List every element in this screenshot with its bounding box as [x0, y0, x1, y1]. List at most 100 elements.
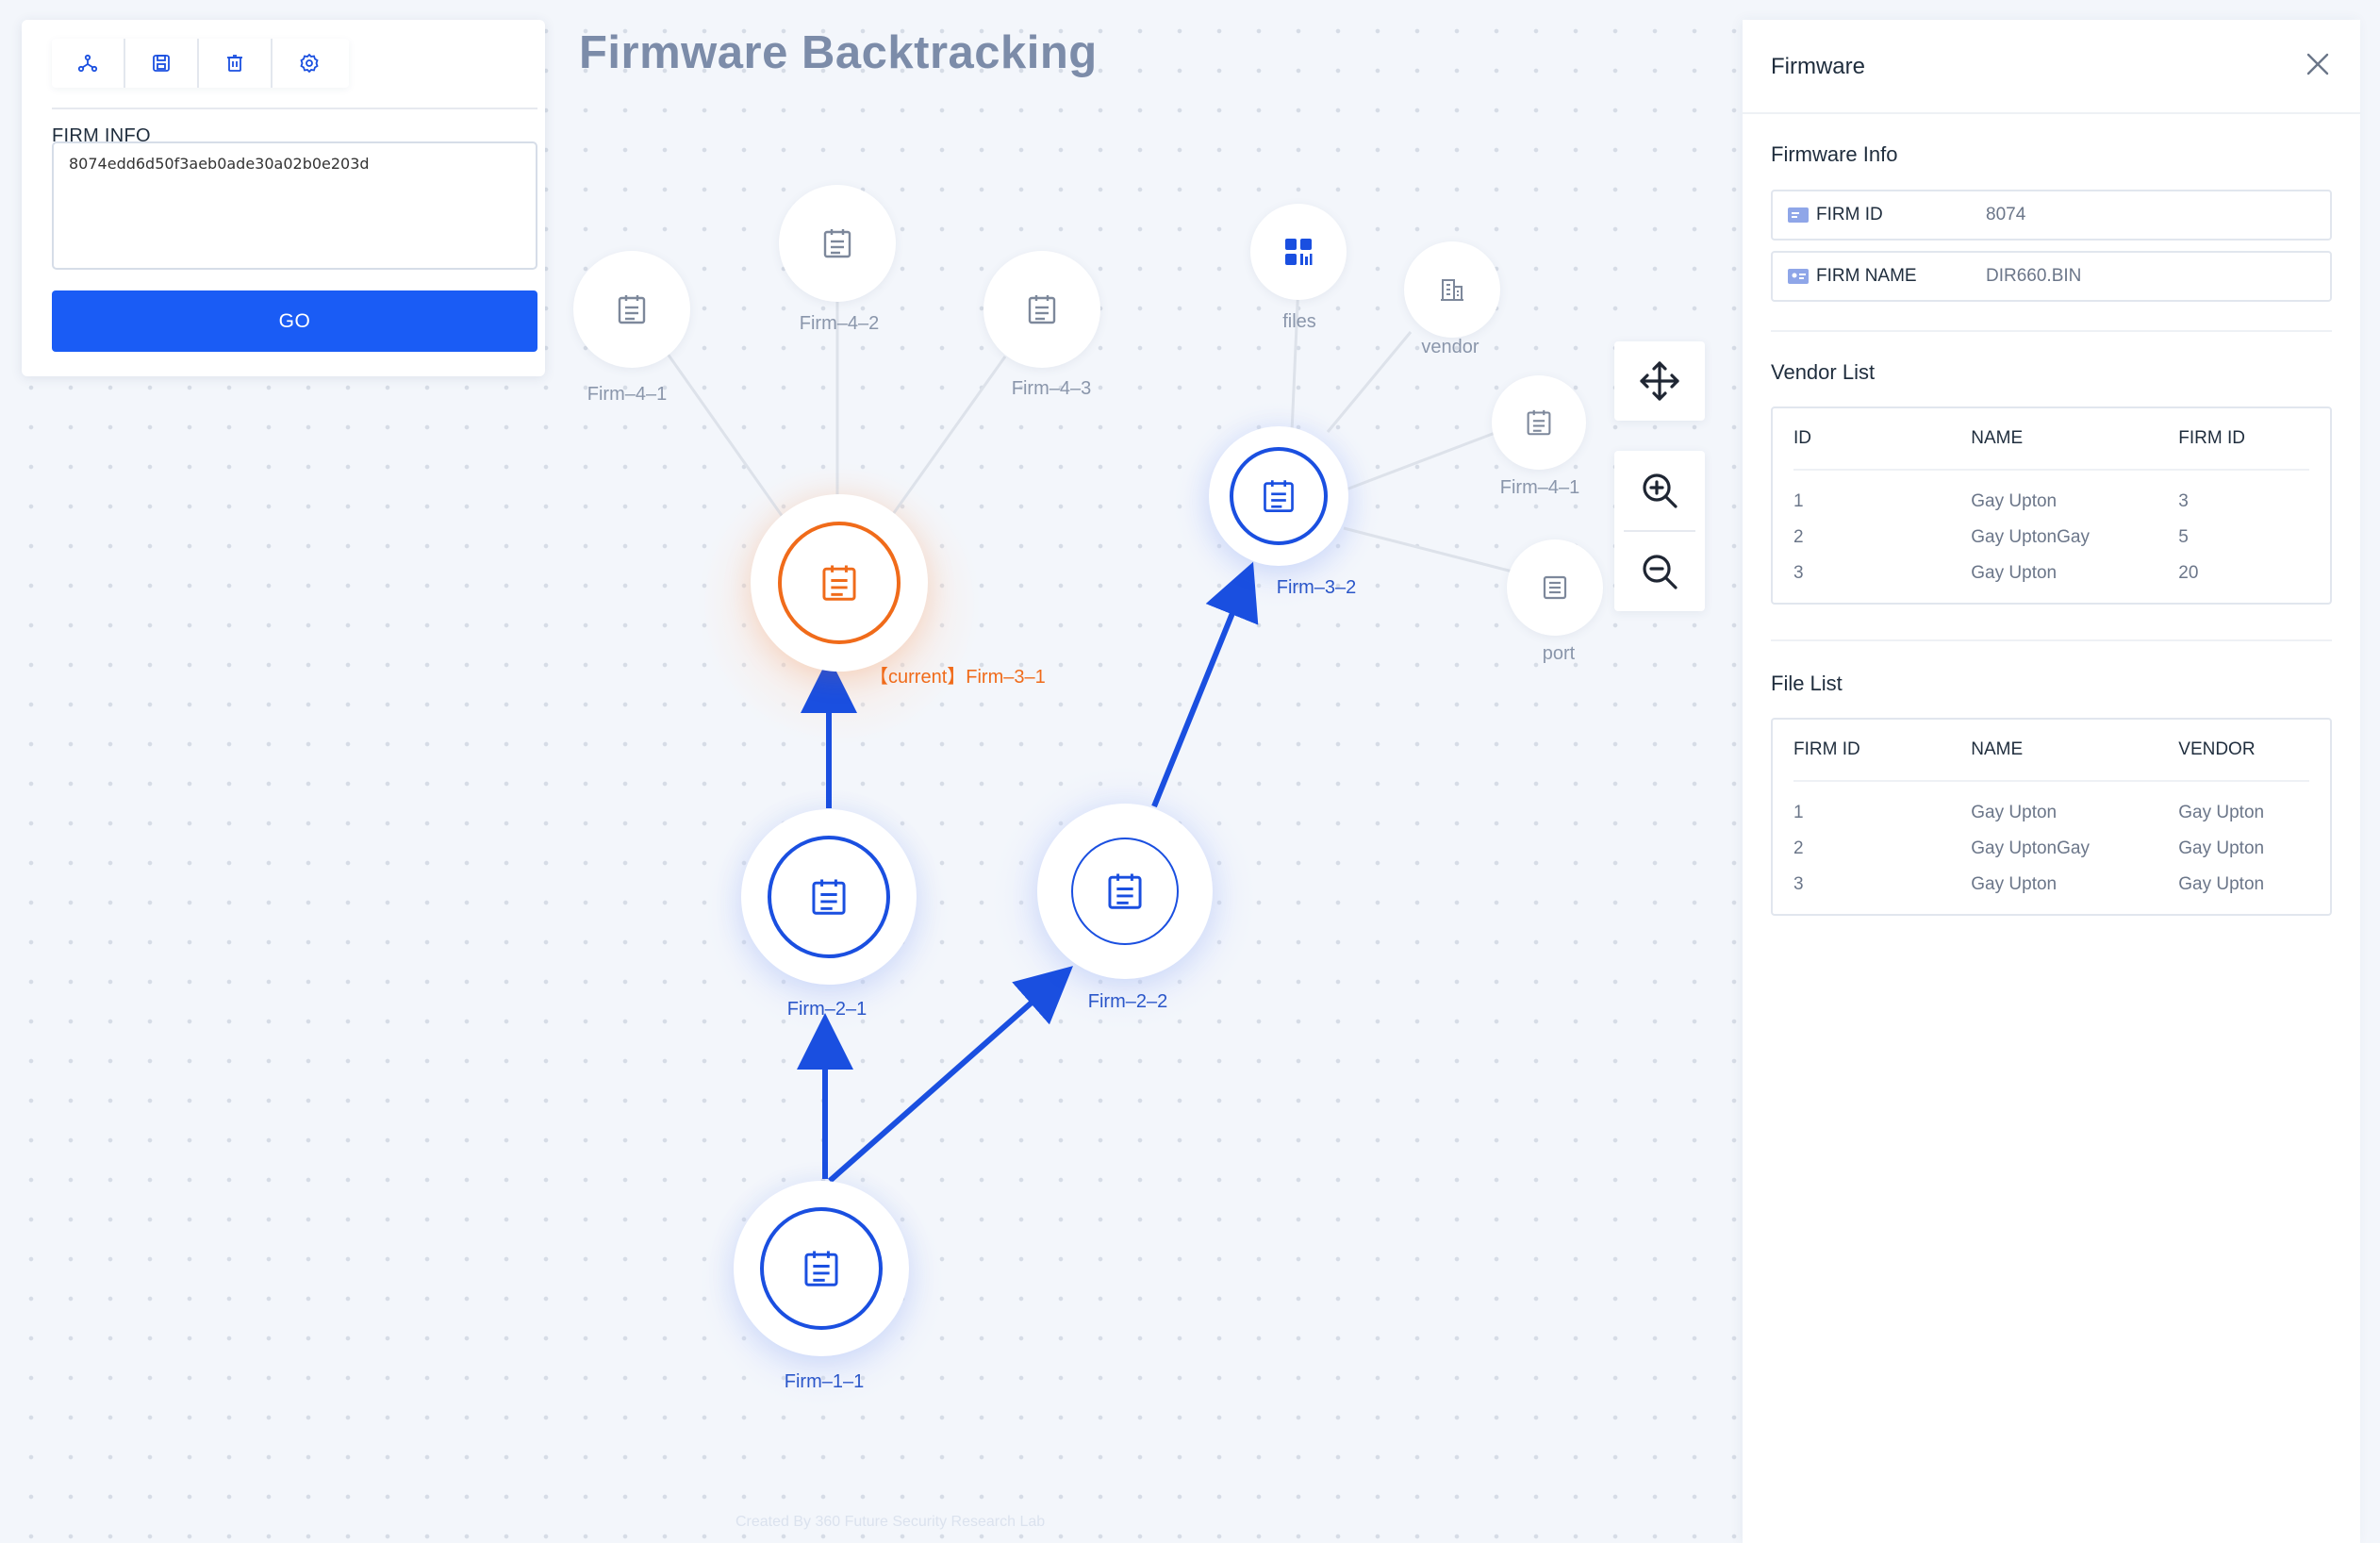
zoom-in-button[interactable] — [1614, 451, 1705, 530]
node-label: vendor — [1421, 337, 1479, 357]
node-port[interactable] — [1507, 539, 1603, 636]
firm-name-key: FIRM NAME — [1816, 266, 1917, 286]
table-row[interactable]: 2 Gay UptonGay 5 — [1793, 520, 2309, 556]
column-header: ID — [1793, 428, 1811, 448]
firmware-detail-panel: Firmware Firmware Info FIRM ID 8074 FIRM… — [1743, 20, 2360, 1543]
id-card-icon — [1788, 207, 1809, 223]
node-firm-1-1[interactable] — [734, 1181, 909, 1356]
delete-icon — [227, 55, 242, 72]
settings-icon — [300, 53, 319, 74]
node-vendor[interactable] — [1404, 241, 1500, 338]
table-header: ID NAME FIRM ID — [1793, 408, 2309, 471]
node-files[interactable] — [1250, 204, 1347, 300]
move-button[interactable] — [1614, 341, 1705, 421]
document-icon — [1108, 873, 1142, 909]
document-icon — [823, 229, 851, 258]
table-row[interactable]: 1 Gay Upton Gay Upton — [1793, 795, 2309, 831]
file-list-title: File List — [1771, 672, 1843, 695]
firm-info-panel: FIRM INFO 8074edd6d50f3aeb0ade30a02b0e20… — [22, 20, 545, 376]
document-icon — [804, 1251, 838, 1286]
zoom-out-icon — [1643, 555, 1678, 589]
table-cell: 1 — [1793, 491, 1804, 511]
table-cell: Gay UptonGay — [1971, 838, 2090, 858]
column-header: FIRM ID — [2178, 428, 2245, 448]
save-button[interactable] — [125, 39, 199, 88]
table-row[interactable]: 1 Gay Upton 3 — [1793, 484, 2309, 520]
settings-button[interactable] — [273, 39, 346, 88]
table-cell: Gay Upton — [1971, 491, 2058, 511]
table-body: 1 Gay Upton 3 2 Gay UptonGay 5 3 Gay Upt… — [1793, 471, 2309, 603]
table-cell: Gay Upton — [2178, 838, 2265, 858]
table-cell: 20 — [2178, 563, 2199, 583]
node-firm-2-1[interactable] — [741, 809, 917, 985]
table-cell: 5 — [2178, 527, 2189, 547]
firm-name-row: FIRM NAME DIR660.BIN — [1771, 251, 2332, 302]
save-icon — [153, 55, 170, 72]
table-cell: Gay Upton — [1971, 563, 2058, 583]
grid-icon — [1285, 239, 1313, 265]
node-firm-4-1-b[interactable] — [1492, 375, 1586, 470]
node-label: Firm–2–2 — [1087, 991, 1168, 1012]
graph-icon — [77, 54, 98, 73]
node-label: Firm–1–1 — [784, 1371, 865, 1392]
table-cell: 3 — [2178, 491, 2189, 511]
document-icon — [1264, 480, 1294, 512]
move-icon — [1640, 361, 1679, 401]
go-button[interactable]: GO — [52, 290, 537, 352]
node-label: Firm–4–1 — [587, 384, 668, 405]
graph-toolbar — [52, 39, 349, 88]
document-icon — [1028, 295, 1056, 324]
name-card-icon — [1788, 269, 1809, 284]
document-icon — [1527, 409, 1551, 436]
node-label: files — [1282, 311, 1316, 332]
graph-layout-button[interactable] — [52, 39, 125, 88]
node-label: Firm–4–1 — [1499, 477, 1580, 498]
node-firm-3-1-current[interactable] — [751, 494, 928, 672]
document-icon — [618, 295, 646, 324]
table-cell: Gay Upton — [1971, 874, 2058, 894]
node-label-current: 【current】Firm–3–1 — [869, 667, 1046, 688]
document-icon — [822, 565, 856, 601]
table-row[interactable]: 2 Gay UptonGay Gay Upton — [1793, 831, 2309, 867]
table-cell: 1 — [1793, 803, 1804, 822]
firm-info-input[interactable]: 8074edd6d50f3aeb0ade30a02b0e203d — [52, 141, 537, 270]
node-firm-4-1-a[interactable] — [573, 251, 690, 368]
panel-title: Firmware — [1771, 54, 1865, 79]
column-header: NAME — [1971, 428, 2024, 448]
node-firm-2-2[interactable] — [1037, 804, 1213, 979]
section-divider — [1771, 330, 2332, 332]
zoom-out-button[interactable] — [1614, 532, 1705, 611]
section-divider — [1771, 639, 2332, 641]
node-label: Firm–4–3 — [1011, 378, 1092, 399]
firmware-info-title: Firmware Info — [1771, 142, 1898, 166]
node-label: Firm–3–2 — [1276, 577, 1357, 598]
table-row[interactable]: 3 Gay Upton Gay Upton — [1793, 867, 2309, 903]
zoom-in-icon — [1643, 473, 1678, 508]
table-cell: 3 — [1793, 563, 1804, 583]
column-header: NAME — [1971, 739, 2024, 759]
document-icon — [812, 879, 846, 915]
delete-button[interactable] — [199, 39, 273, 88]
table-header: FIRM ID NAME VENDOR — [1793, 720, 2309, 782]
file-table: FIRM ID NAME VENDOR 1 Gay Upton Gay Upto… — [1771, 718, 2332, 916]
node-firm-3-2[interactable] — [1209, 426, 1348, 566]
firm-id-value: 8074 — [1986, 205, 2026, 224]
firm-id-row: FIRM ID 8074 — [1771, 190, 2332, 241]
table-cell: Gay UptonGay — [1971, 527, 2090, 547]
node-label: port — [1542, 643, 1576, 664]
table-cell: Gay Upton — [2178, 874, 2265, 894]
vendor-table: ID NAME FIRM ID 1 Gay Upton 3 2 Gay Upto… — [1771, 406, 2332, 605]
node-firm-4-2[interactable] — [779, 185, 896, 302]
table-cell: 2 — [1793, 838, 1804, 858]
column-header: FIRM ID — [1793, 739, 1860, 759]
move-control — [1614, 341, 1705, 421]
building-icon — [1441, 279, 1463, 301]
node-firm-4-3[interactable] — [983, 251, 1100, 368]
page-title: Firmware Backtracking — [579, 27, 1098, 78]
panel-header: Firmware — [1743, 20, 2360, 114]
firm-name-value: DIR660.BIN — [1986, 266, 2082, 286]
table-row[interactable]: 3 Gay Upton 20 — [1793, 556, 2309, 591]
close-icon[interactable] — [2304, 50, 2332, 78]
table-cell: 2 — [1793, 527, 1804, 547]
column-header: VENDOR — [2178, 739, 2256, 759]
